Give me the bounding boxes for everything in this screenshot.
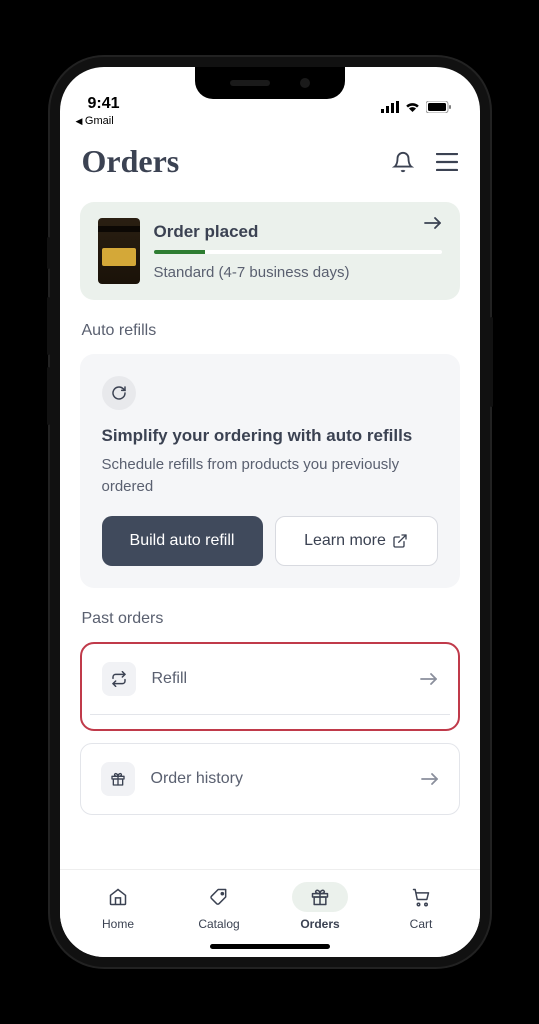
section-past-orders: Past orders: [82, 610, 458, 628]
tab-cart-label: Cart: [410, 917, 433, 931]
section-auto-refills: Auto refills: [82, 322, 458, 340]
status-time: 9:41: [88, 95, 120, 113]
refill-row[interactable]: Refill: [90, 644, 450, 715]
refill-row-highlight: Refill: [80, 642, 460, 731]
order-shipping-info: Standard (4-7 business days): [154, 264, 442, 281]
order-history-row[interactable]: Order history: [81, 744, 459, 814]
cart-icon: [411, 887, 431, 907]
battery-icon: [426, 101, 452, 113]
gift-icon: [310, 887, 330, 907]
refill-label: Refill: [152, 670, 404, 688]
auto-refill-desc: Schedule refills from products you previ…: [102, 454, 438, 498]
bell-icon: [392, 150, 414, 174]
auto-refill-promo-card: Simplify your ordering with auto refills…: [80, 354, 460, 588]
home-icon: [108, 887, 128, 907]
learn-more-button[interactable]: Learn more: [275, 516, 438, 566]
tab-orders[interactable]: Orders: [270, 882, 371, 931]
external-link-icon: [392, 533, 408, 549]
tag-icon: [209, 887, 229, 907]
tab-cart[interactable]: Cart: [371, 882, 472, 931]
order-history-label: Order history: [151, 770, 405, 788]
cellular-icon: [381, 101, 399, 113]
order-status-title: Order placed: [154, 222, 442, 242]
gift-icon: [101, 762, 135, 796]
menu-button[interactable]: [436, 153, 458, 171]
notifications-button[interactable]: [392, 150, 414, 174]
tab-catalog[interactable]: Catalog: [169, 882, 270, 931]
auto-refill-title: Simplify your ordering with auto refills: [102, 426, 438, 446]
back-to-app[interactable]: Gmail: [60, 115, 480, 131]
wifi-icon: [404, 101, 421, 113]
arrow-right-icon: [420, 672, 438, 686]
learn-more-label: Learn more: [304, 532, 386, 550]
arrow-right-icon: [421, 772, 439, 786]
order-history-card: Order history: [80, 743, 460, 815]
tab-orders-label: Orders: [300, 917, 339, 931]
tab-home-label: Home: [102, 917, 134, 931]
order-progress: [154, 250, 442, 254]
tab-bar: Home Catalog Orders Cart: [60, 869, 480, 957]
active-order-card[interactable]: Order placed Standard (4-7 business days…: [80, 202, 460, 300]
build-auto-refill-button[interactable]: Build auto refill: [102, 516, 263, 566]
product-image: [98, 218, 140, 284]
refresh-icon: [102, 376, 136, 410]
refill-icon: [102, 662, 136, 696]
page-title: Orders: [82, 143, 180, 180]
arrow-right-icon: [424, 216, 442, 230]
tab-catalog-label: Catalog: [198, 917, 239, 931]
menu-icon: [436, 153, 458, 171]
home-indicator[interactable]: [210, 944, 330, 949]
tab-home[interactable]: Home: [68, 882, 169, 931]
